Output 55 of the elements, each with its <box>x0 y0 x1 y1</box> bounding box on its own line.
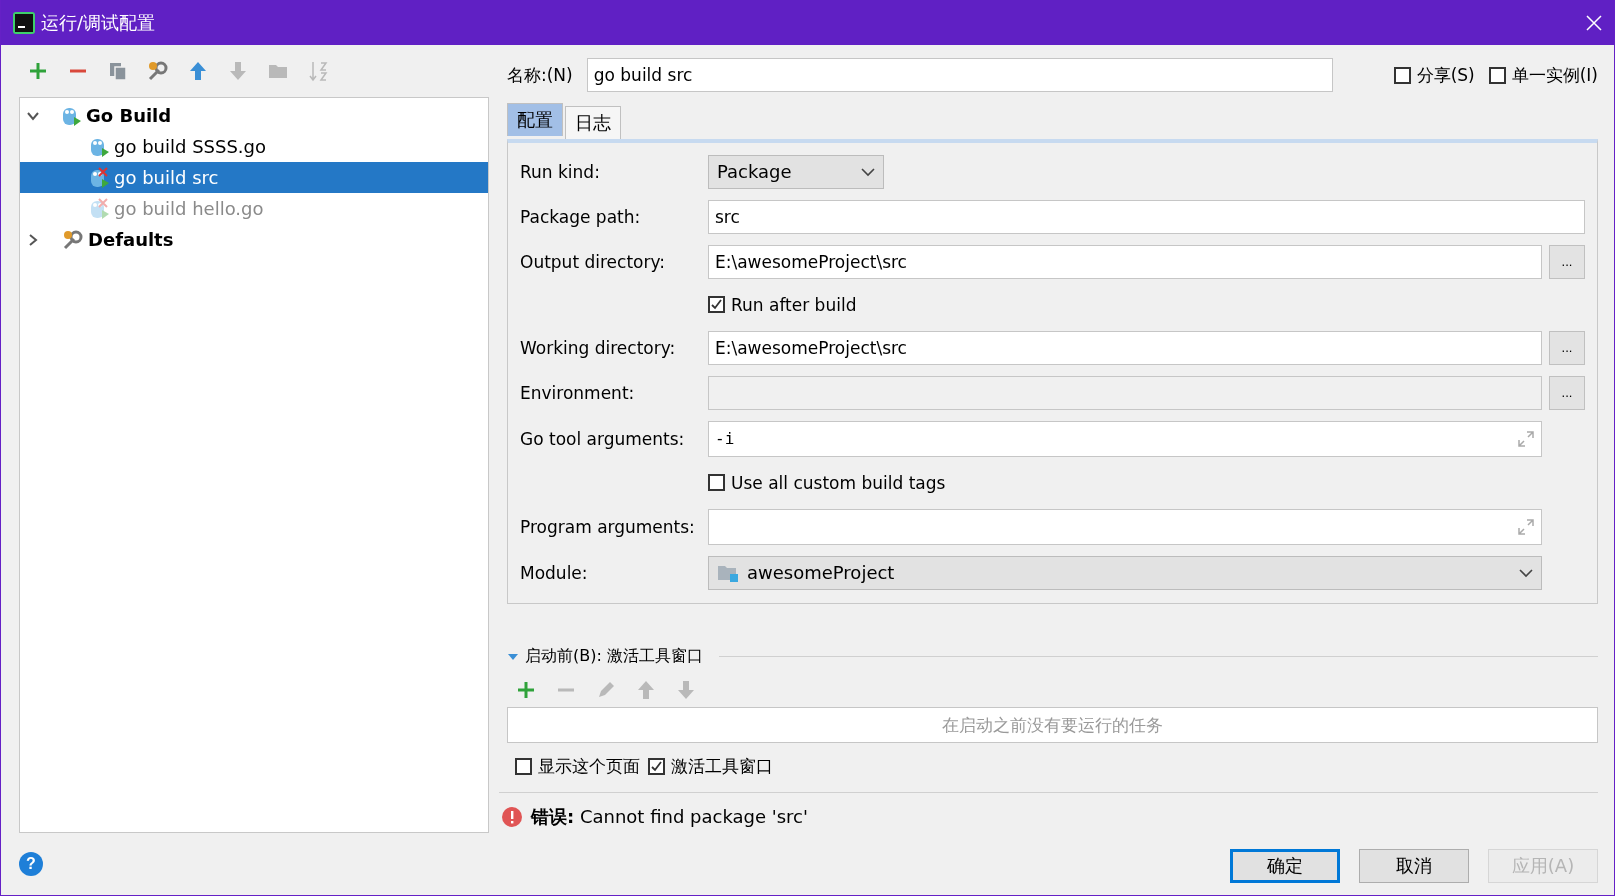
field-label: Output directory: <box>520 251 666 272</box>
tree-item[interactable]: go build SSSS.go <box>20 131 488 162</box>
browse-button[interactable]: ... <box>1549 375 1585 410</box>
input-field[interactable]: E:\awesomeProject\src <box>708 330 1542 365</box>
tree-item[interactable]: Go Build <box>20 100 488 131</box>
field-label: Environment: <box>520 382 636 403</box>
expand-icon[interactable] <box>1517 429 1535 448</box>
field-label: Run kind: <box>520 161 601 182</box>
tree-item[interactable]: Defaults <box>20 224 488 255</box>
close-icon[interactable] <box>1586 14 1602 31</box>
section-title: 启动前(B): 激活工具窗口 <box>525 646 703 667</box>
expand-icon[interactable] <box>1517 517 1535 536</box>
field-label: Working directory: <box>520 337 677 358</box>
module-dropdown[interactable]: awesomeProject <box>708 555 1542 590</box>
empty-list-text: 在启动之前没有要运行的任务 <box>942 713 1163 737</box>
checkbox[interactable]: Run after build <box>708 294 1585 315</box>
browse-button[interactable]: ... <box>1549 244 1585 279</box>
name-label: 名称:(N) <box>507 63 573 87</box>
checkmark-icon <box>710 298 723 311</box>
tab[interactable]: 日志 <box>565 106 621 139</box>
field-label: Package path: <box>520 206 642 227</box>
dropdown-caret-icon <box>861 166 875 177</box>
help-button[interactable]: ? <box>19 852 43 876</box>
error-message: 错误: Cannot find package 'src' <box>531 805 808 829</box>
browse-button[interactable]: ... <box>1549 330 1585 365</box>
input-field[interactable] <box>708 508 1542 545</box>
input-field[interactable]: -i <box>708 420 1542 457</box>
dialog-button[interactable]: 确定 <box>1230 849 1340 883</box>
dialog-button[interactable]: 取消 <box>1359 849 1469 883</box>
checkbox[interactable]: 分享(S) <box>1393 63 1475 87</box>
input-field[interactable]: src <box>708 199 1585 234</box>
field-label: Program arguments: <box>520 516 696 537</box>
add-icon[interactable] <box>515 679 537 701</box>
run-kind-dropdown[interactable]: Package <box>708 154 884 189</box>
checkmark-icon <box>650 760 663 773</box>
input-field[interactable]: E:\awesomeProject\src <box>708 244 1542 279</box>
window-title: 运行/调试配置 <box>41 10 157 35</box>
error-icon <box>501 806 523 828</box>
add-icon[interactable] <box>27 60 49 82</box>
tab[interactable]: 配置 <box>507 103 563 136</box>
checkbox[interactable]: Use all custom build tags <box>708 472 1585 493</box>
dropdown-caret-icon <box>1519 567 1533 578</box>
copy-icon[interactable] <box>107 60 129 82</box>
name-field[interactable]: go build src <box>586 58 1333 92</box>
checkbox[interactable]: 激活工具窗口 <box>648 755 773 778</box>
gopher-error-icon <box>90 166 110 189</box>
field-label: Go tool arguments: <box>520 428 686 449</box>
input-field[interactable] <box>708 375 1542 410</box>
tree-item[interactable]: go build src <box>20 162 488 193</box>
gopher-error-icon <box>90 197 110 220</box>
field-label: Module: <box>520 562 589 583</box>
checkbox[interactable]: 单一实例(I) <box>1488 63 1598 87</box>
app-logo-icon <box>13 11 35 34</box>
checkbox[interactable]: 显示这个页面 <box>515 755 640 778</box>
arrow-up-icon[interactable] <box>187 60 209 82</box>
